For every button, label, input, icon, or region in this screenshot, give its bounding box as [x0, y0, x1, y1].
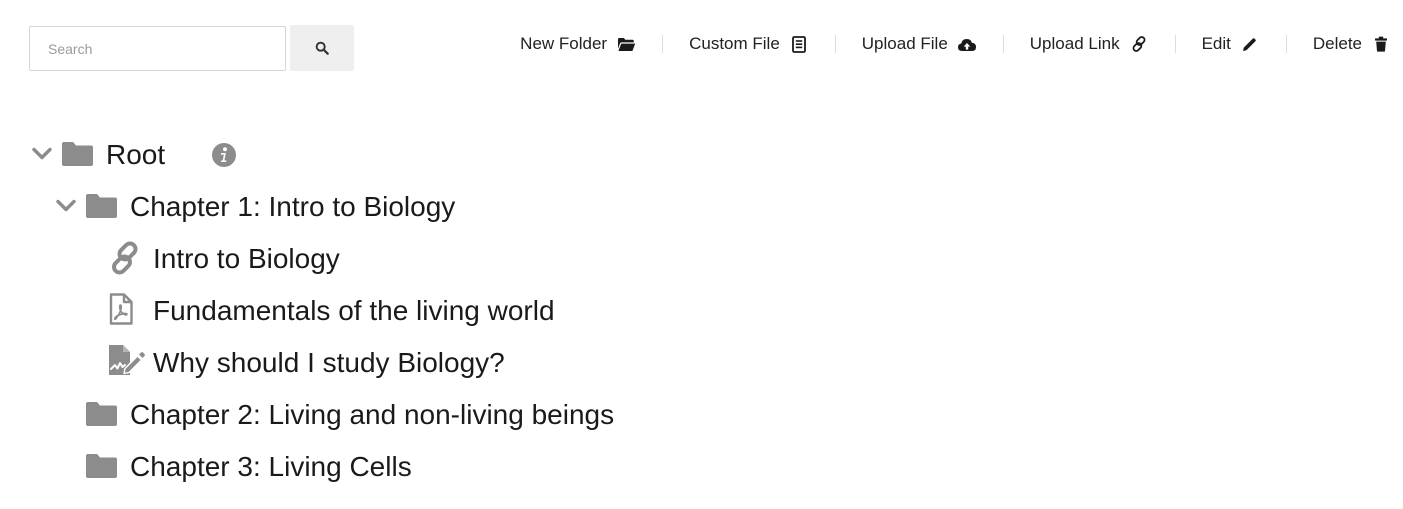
tree-node-root[interactable]: Root [106, 129, 165, 181]
toolbar: New Folder Custom File Upload File Uploa… [520, 30, 1391, 58]
upload-file-label: Upload File [861, 34, 948, 53]
tree-node-chapter-2[interactable]: Chapter 2: Living and non-living beings [130, 389, 614, 441]
link-icon [108, 241, 142, 275]
custom-file-label: Custom File [689, 34, 780, 53]
link-icon [1129, 34, 1149, 54]
folder-icon [85, 400, 118, 428]
toolbar-separator [662, 35, 664, 53]
delete-button[interactable]: Delete [1313, 30, 1391, 58]
folder-icon [85, 192, 118, 220]
info-icon[interactable] [211, 142, 237, 168]
tree-node-label: Root [106, 139, 166, 170]
tree-node-label: Chapter 3: Living Cells [130, 451, 412, 482]
toolbar-separator [1174, 35, 1176, 53]
custom-file-button[interactable]: Custom File [689, 30, 809, 58]
tree-node-label: Fundamentals of the living world [153, 295, 555, 326]
upload-link-label: Upload Link [1029, 34, 1120, 53]
delete-label: Delete [1312, 34, 1362, 53]
tree-node-label: Chapter 1: Intro to Biology [130, 191, 456, 222]
search-button[interactable] [290, 25, 354, 71]
chevron-down-icon[interactable] [31, 143, 53, 165]
folder-icon [61, 140, 94, 168]
upload-file-button[interactable]: Upload File [862, 30, 977, 58]
pencil-icon [1240, 34, 1260, 54]
tree-node-label: Intro to Biology [153, 243, 340, 274]
tree-node-fundamentals[interactable]: Fundamentals of the living world [153, 285, 555, 337]
cloud-upload-icon [957, 34, 977, 54]
file-signature-icon [108, 344, 146, 378]
tree-node-label: Why should I study Biology? [153, 347, 505, 378]
new-folder-button[interactable]: New Folder [520, 30, 636, 58]
toolbar-separator [1285, 35, 1287, 53]
trash-icon [1371, 34, 1391, 54]
folder-open-icon [616, 34, 636, 54]
new-folder-label: New Folder [520, 34, 608, 53]
folder-icon [85, 452, 118, 480]
search-icon [315, 41, 329, 55]
tree-node-intro-to-biology[interactable]: Intro to Biology [153, 233, 340, 285]
toolbar-separator [834, 35, 836, 53]
edit-label: Edit [1201, 34, 1231, 53]
tree-node-why-study-biology[interactable]: Why should I study Biology? [153, 337, 505, 389]
chevron-down-icon[interactable] [55, 195, 77, 217]
toolbar-separator [1002, 35, 1004, 53]
tree-node-chapter-1[interactable]: Chapter 1: Intro to Biology [130, 181, 455, 233]
tree-node-chapter-3[interactable]: Chapter 3: Living Cells [130, 441, 412, 493]
file-list-icon [789, 34, 809, 54]
upload-link-button[interactable]: Upload Link [1030, 30, 1149, 58]
tree-node-label: Chapter 2: Living and non-living beings [130, 399, 615, 430]
edit-button[interactable]: Edit [1202, 30, 1260, 58]
pdf-file-icon [108, 292, 134, 325]
search-input[interactable] [29, 26, 286, 71]
